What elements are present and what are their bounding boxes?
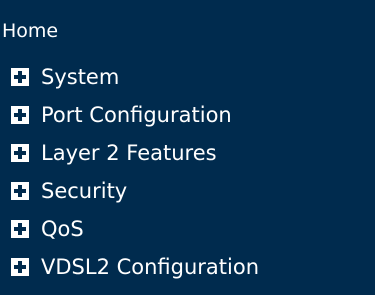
menu-item-label: Layer 2 Features <box>41 141 217 165</box>
plus-box-icon[interactable] <box>11 144 29 162</box>
navigation-tree: Home System Port Configuration Layer 2 F… <box>0 0 375 295</box>
plus-box-icon[interactable] <box>11 68 29 86</box>
home-link[interactable]: Home <box>2 19 58 43</box>
plus-box-icon[interactable] <box>11 220 29 238</box>
menu-item-label: QoS <box>41 217 84 241</box>
menu-item-label: Port Configuration <box>41 103 232 127</box>
plus-box-icon[interactable] <box>11 182 29 200</box>
plus-box-icon[interactable] <box>11 106 29 124</box>
plus-box-icon[interactable] <box>11 258 29 276</box>
menu-item-label: Security <box>41 179 128 203</box>
menu-item-label: System <box>41 65 120 89</box>
menu-item-label: VDSL2 Configuration <box>41 255 260 279</box>
